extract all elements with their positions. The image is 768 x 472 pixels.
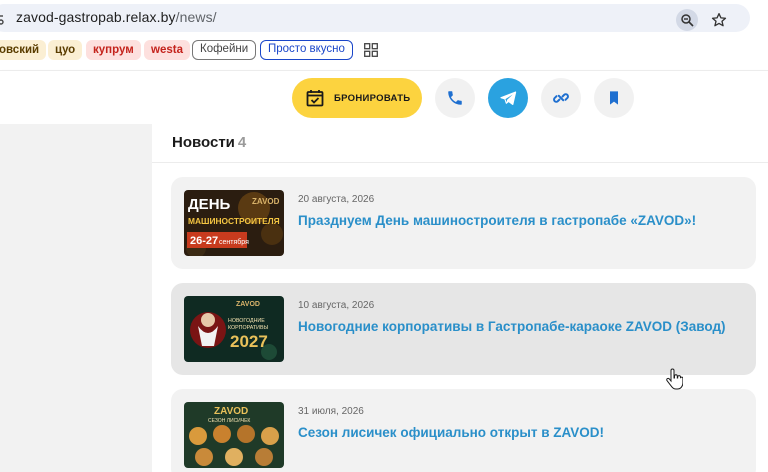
browser-chrome: zavod-gastropab.relax.by/news/ овский цу… [0, 0, 768, 70]
thumb-text: ДЕНЬ [188, 196, 231, 213]
news-section: Новости 4 ДЕНЬ МАШИНОСТРОИТЕЛЯ 26-27 сент… [152, 124, 768, 472]
thumb-text: ZAVOD [214, 406, 248, 417]
zoom-button[interactable] [676, 9, 698, 31]
bookmarks-bar: овский цуо купрум westa Кофейни Просто в… [0, 40, 768, 62]
thumb-text: сентября [219, 238, 249, 246]
news-count: 4 [237, 134, 247, 151]
news-thumbnail[interactable]: ZAVOD СЕЗОН ЛИСИЧЕК [184, 402, 284, 468]
thumb-text: ZAVOD [236, 301, 260, 308]
thumb-text: КОРПОРАТИВЫ [228, 325, 268, 331]
news-image-engineers-day: ДЕНЬ МАШИНОСТРОИТЕЛЯ 26-27 сентября ZAVO… [184, 190, 284, 256]
news-title: Новости [172, 134, 235, 151]
url-text[interactable]: zavod-gastropab.relax.by/news/ [16, 9, 217, 25]
phone-button[interactable] [435, 78, 475, 118]
news-card[interactable]: ДЕНЬ МАШИНОСТРОИТЕЛЯ 26-27 сентября ZAVO… [171, 177, 756, 269]
star-icon [711, 13, 727, 27]
bookmark-item[interactable]: Просто вкусно [260, 40, 353, 60]
zoom-out-icon [681, 14, 694, 27]
bookmark-item[interactable]: овский [0, 40, 47, 60]
bookmark-item[interactable]: цуо [48, 40, 83, 60]
news-card[interactable]: ZAVOD СЕЗОН ЛИСИЧЕК 31 июля, 2026 Сезон … [171, 389, 756, 472]
thumb-text: 26-27 [190, 235, 218, 247]
news-date: 20 августа, 2026 [298, 194, 375, 205]
thumb-text: 2027 [230, 332, 268, 351]
telegram-button[interactable] [488, 78, 528, 118]
bookmark-star-button[interactable] [708, 9, 730, 31]
news-title-link[interactable]: Сезон лисичек официально открыт в ZAVOD! [298, 425, 604, 440]
book-button[interactable]: БРОНИРОВАТЬ [292, 78, 422, 118]
bookmark-item[interactable]: westa [144, 40, 190, 60]
page-title: Новости 4 [172, 134, 246, 151]
news-image-chanterelle-season: ZAVOD СЕЗОН ЛИСИЧЕК [184, 402, 284, 468]
bookmark-icon [610, 91, 618, 105]
thumb-text: ZAVOD [252, 197, 280, 206]
thumb-text: СЕЗОН ЛИСИЧЕК [208, 418, 250, 424]
news-thumbnail[interactable]: ZAVOD НОВОГОДНИЕ КОРПОРАТИВЫ 2027 [184, 296, 284, 362]
hand-cursor-icon [666, 368, 683, 390]
news-date: 10 августа, 2026 [298, 300, 375, 311]
calendar-check-icon [306, 90, 324, 107]
divider [152, 162, 768, 163]
bookmark-button[interactable] [594, 78, 634, 118]
bookmark-item[interactable]: Кофейни [192, 40, 257, 60]
page-topbar: БРОНИРОВАТЬ [0, 70, 768, 124]
bookmark-item[interactable]: купрум [86, 40, 141, 60]
share-link-button[interactable] [541, 78, 581, 118]
news-date: 31 июля, 2026 [298, 406, 364, 417]
news-title-link[interactable]: Новогодние корпоративы в Гастропабе-кара… [298, 319, 726, 334]
url-path: /news/ [175, 9, 217, 25]
book-button-label: БРОНИРОВАТЬ [334, 92, 411, 104]
apps-grid-icon[interactable] [364, 43, 378, 57]
phone-icon [448, 91, 462, 105]
news-title-link[interactable]: Празднуем День машиностроителя в гастроп… [298, 213, 696, 228]
news-image-corporate-party: ZAVOD НОВОГОДНИЕ КОРПОРАТИВЫ 2027 [184, 296, 284, 362]
left-sidebar [0, 124, 152, 472]
thumb-text: МАШИНОСТРОИТЕЛЯ [188, 216, 280, 226]
news-thumbnail[interactable]: ДЕНЬ МАШИНОСТРОИТЕЛЯ 26-27 сентября ZAVO… [184, 190, 284, 256]
telegram-icon [500, 91, 517, 106]
thumb-text: НОВОГОДНИЕ [228, 318, 265, 324]
site-info-icon[interactable] [0, 12, 4, 26]
address-bar[interactable]: zavod-gastropab.relax.by/news/ [0, 4, 750, 32]
news-card[interactable]: ZAVOD НОВОГОДНИЕ КОРПОРАТИВЫ 2027 10 авг… [171, 283, 756, 375]
link-icon [553, 93, 569, 103]
url-host: zavod-gastropab.relax.by [16, 9, 176, 25]
